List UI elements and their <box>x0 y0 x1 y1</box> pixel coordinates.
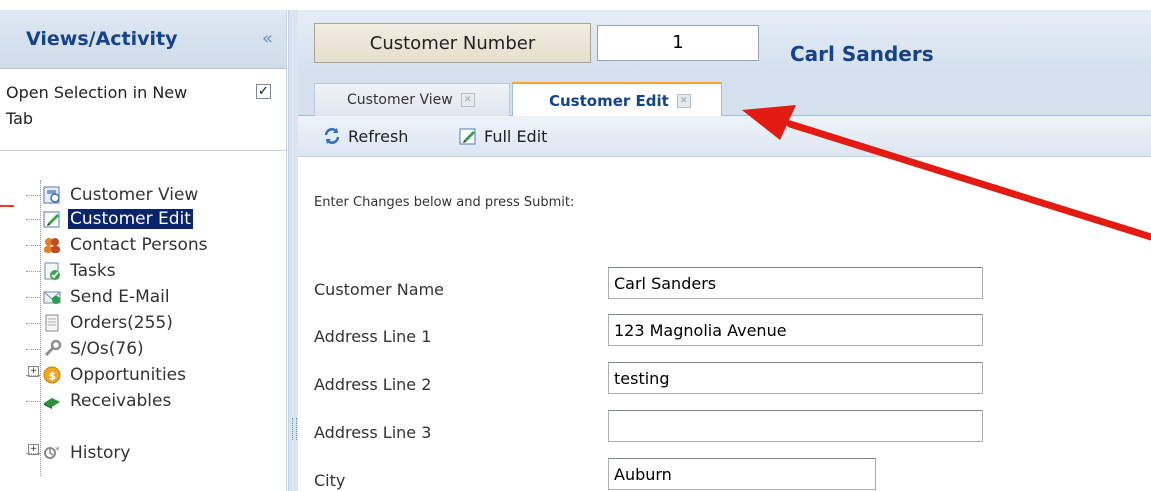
svg-text:*: * <box>55 446 60 456</box>
full-edit-button[interactable]: Full Edit <box>458 124 547 148</box>
city-field[interactable]: Auburn <box>608 458 876 490</box>
edit-icon <box>42 209 62 229</box>
annotation-arrow-stub <box>0 205 14 207</box>
tree-item-history[interactable]: * History <box>26 438 132 468</box>
tab-customer-edit[interactable]: Customer Edit ✕ <box>512 82 722 117</box>
book-icon <box>42 391 62 411</box>
customer-header: Customer Number 1 Carl Sanders <box>298 10 1151 75</box>
sidebar: Views/Activity « Open Selection in New T… <box>0 10 287 491</box>
history-icon: * <box>42 443 62 463</box>
address-line-2-field[interactable]: testing <box>608 362 983 394</box>
customer-number-input[interactable]: 1 <box>597 25 759 61</box>
close-icon[interactable]: ✕ <box>676 93 691 108</box>
splitter-grip-icon[interactable] <box>292 418 297 440</box>
svg-text:$: $ <box>49 370 57 383</box>
tab-customer-view-label: Customer View <box>347 92 453 108</box>
divider <box>0 150 286 151</box>
tasks-icon <box>42 261 62 281</box>
sidebar-header: Views/Activity « <box>0 10 286 69</box>
toolbar: Refresh Full Edit <box>298 116 1151 157</box>
open-selection-checkbox[interactable]: ✓ <box>256 84 271 99</box>
edit-icon <box>458 126 478 146</box>
refresh-button[interactable]: Refresh <box>322 124 408 148</box>
main-panel: Customer Number 1 Carl Sanders Customer … <box>298 10 1151 491</box>
customer-name-label: Customer Name <box>314 280 445 299</box>
tab-customer-view[interactable]: Customer View ✕ <box>314 83 510 116</box>
wrench-icon <box>42 339 62 359</box>
refresh-label: Refresh <box>348 126 409 146</box>
customer-view-icon <box>42 185 62 205</box>
full-edit-label: Full Edit <box>484 126 548 146</box>
open-selection-label: Open Selection in New Tab <box>6 83 188 128</box>
form-instruction: Enter Changes below and press Submit: <box>314 195 575 210</box>
address-line-3-field[interactable] <box>608 410 983 442</box>
address-line-2-label: Address Line 2 <box>314 375 432 394</box>
document-icon <box>42 313 62 333</box>
address-line-3-label: Address Line 3 <box>314 423 432 442</box>
address-line-1-label: Address Line 1 <box>314 327 432 346</box>
tab-customer-edit-label: Customer Edit <box>549 91 669 110</box>
customer-name-field[interactable]: Carl Sanders <box>608 267 983 299</box>
refresh-icon <box>322 126 342 146</box>
customer-name-heading: Carl Sanders <box>790 42 934 66</box>
address-line-1-field[interactable]: 123 Magnolia Avenue <box>608 314 983 346</box>
customer-edit-form: Enter Changes below and press Submit: Cu… <box>298 157 1151 491</box>
city-label: City <box>314 471 346 490</box>
contacts-icon <box>42 235 62 255</box>
sidebar-title: Views/Activity <box>26 28 178 50</box>
email-icon <box>42 287 62 307</box>
tab-strip: Customer View ✕ Customer Edit ✕ <box>298 75 1151 117</box>
coin-icon: $ <box>42 365 62 385</box>
customer-number-button[interactable]: Customer Number <box>314 23 591 63</box>
tree-item-receivables[interactable]: Receivables <box>26 386 173 416</box>
close-icon[interactable]: ✕ <box>460 93 475 107</box>
collapse-icon[interactable]: « <box>262 28 273 49</box>
